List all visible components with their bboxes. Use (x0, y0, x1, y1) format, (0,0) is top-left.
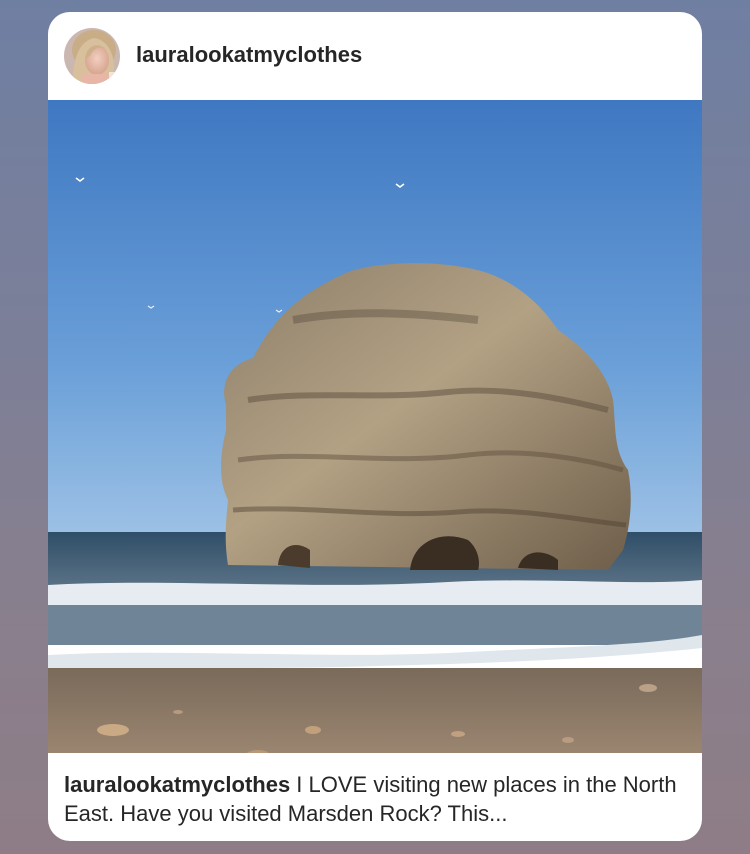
post-caption: lauralookatmyclothes I LOVE visiting new… (64, 770, 694, 828)
avatar[interactable] (64, 28, 120, 84)
post-photo[interactable] (48, 100, 702, 760)
caption-username[interactable]: lauralookatmyclothes (64, 772, 290, 797)
post-card[interactable]: lauralookatmyclothes lauralookatmyclothe… (48, 12, 702, 841)
post-header: lauralookatmyclothes (48, 12, 702, 100)
header-username[interactable]: lauralookatmyclothes (136, 42, 362, 68)
